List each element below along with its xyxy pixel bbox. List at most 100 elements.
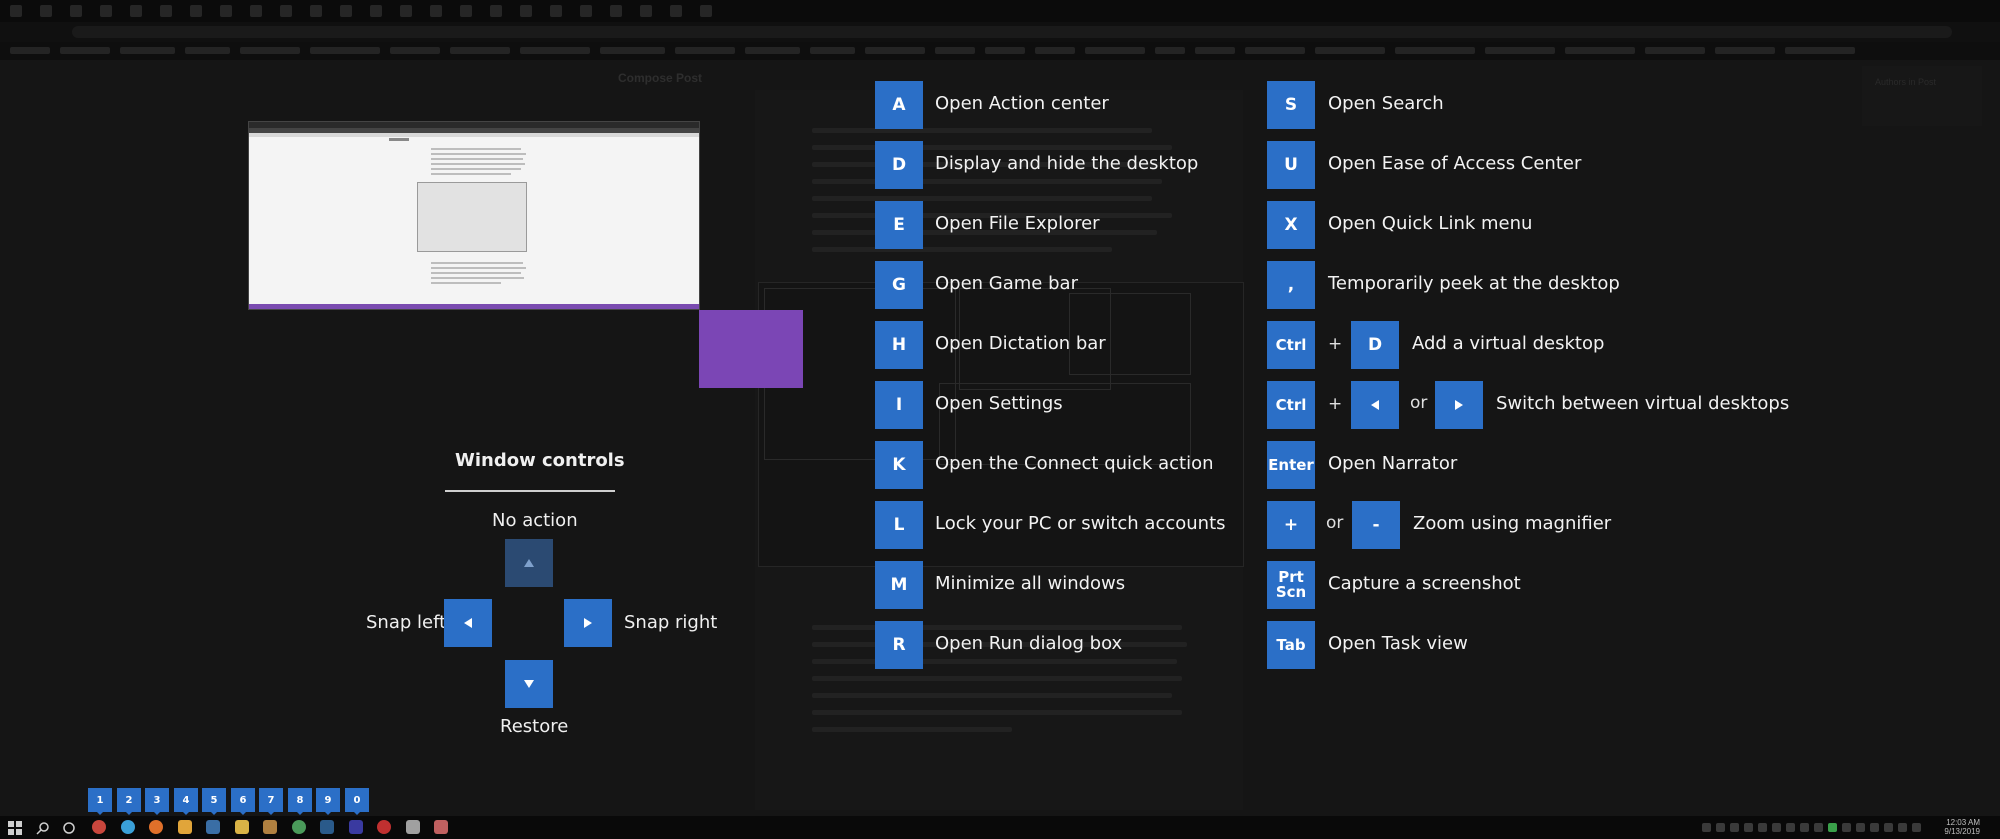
restore-down-key bbox=[505, 660, 553, 708]
wifi-icon[interactable] bbox=[1898, 823, 1907, 832]
bookmark bbox=[1315, 47, 1385, 54]
bookmark bbox=[240, 47, 300, 54]
app-icon[interactable] bbox=[377, 820, 391, 834]
text-line bbox=[812, 128, 1152, 133]
shortcut-key-k: K bbox=[875, 441, 923, 489]
preview-title bbox=[389, 138, 409, 141]
shortcut-desc-action-center: Open Action center bbox=[935, 93, 1109, 114]
bookmark bbox=[675, 47, 735, 54]
tray-icon[interactable] bbox=[1800, 823, 1809, 832]
bookmark bbox=[1485, 47, 1555, 54]
tab-icon bbox=[100, 5, 112, 17]
text-line bbox=[812, 247, 1112, 252]
taskbar-number-key: 3 bbox=[145, 788, 169, 812]
bookmark bbox=[1565, 47, 1635, 54]
key-pointer bbox=[324, 811, 332, 815]
shortcut-desc-ease-of-access: Open Ease of Access Center bbox=[1328, 153, 1582, 174]
tray-icon[interactable] bbox=[1730, 823, 1739, 832]
shortcut-key-minus: - bbox=[1352, 501, 1400, 549]
tab-icon bbox=[190, 5, 202, 17]
bookmarks-bar bbox=[0, 42, 2000, 61]
bookmark bbox=[520, 47, 590, 54]
bookmark bbox=[1645, 47, 1705, 54]
app-icon[interactable] bbox=[406, 820, 420, 834]
chrome-icon[interactable] bbox=[92, 820, 106, 834]
shortcut-desc-screenshot: Capture a screenshot bbox=[1328, 573, 1521, 594]
restore-label: Restore bbox=[500, 716, 569, 737]
tab-icon bbox=[460, 5, 472, 17]
app-icon[interactable] bbox=[349, 820, 363, 834]
shortcut-key-plus: + bbox=[1267, 501, 1315, 549]
tray-icon[interactable] bbox=[1870, 823, 1879, 832]
taskbar: 12:03 AM 9/13/2019 bbox=[0, 816, 2000, 839]
taskbar-number-key: 9 bbox=[316, 788, 340, 812]
or-label: or bbox=[1326, 513, 1344, 533]
text-line bbox=[812, 145, 1172, 150]
tray-icon[interactable] bbox=[1786, 823, 1795, 832]
firefox-icon[interactable] bbox=[149, 820, 163, 834]
tray-icon[interactable] bbox=[1814, 823, 1823, 832]
shortcut-desc-narrator: Open Narrator bbox=[1328, 453, 1458, 474]
shortcut-key-right-arrow bbox=[1435, 381, 1483, 429]
tray-icon[interactable] bbox=[1828, 823, 1837, 832]
text-line bbox=[812, 710, 1182, 715]
preview-embedded-image bbox=[417, 182, 527, 252]
text-line bbox=[812, 727, 1012, 732]
shortcut-key-h: H bbox=[875, 321, 923, 369]
key-pointer bbox=[96, 811, 104, 815]
preview-line bbox=[431, 262, 523, 264]
volume-icon[interactable] bbox=[1912, 823, 1921, 832]
taskbar-number-key: 1 bbox=[88, 788, 112, 812]
search-icon[interactable] bbox=[36, 820, 50, 835]
preview-line bbox=[431, 267, 526, 269]
tray-icon[interactable] bbox=[1702, 823, 1711, 832]
tray-icon[interactable] bbox=[1716, 823, 1725, 832]
app-icon[interactable] bbox=[178, 820, 192, 834]
tab-icon bbox=[130, 5, 142, 17]
bookmark bbox=[865, 47, 925, 54]
cortana-icon[interactable] bbox=[62, 820, 76, 834]
tab-icon bbox=[580, 5, 592, 17]
key-pointer bbox=[125, 811, 133, 815]
tab-icon bbox=[490, 5, 502, 17]
steam-icon[interactable] bbox=[320, 820, 334, 834]
tray-icon[interactable] bbox=[1744, 823, 1753, 832]
shortcut-key-r: R bbox=[875, 621, 923, 669]
authors-in-post-label: Authors in Post bbox=[1875, 77, 1937, 87]
tray-icon[interactable] bbox=[1842, 823, 1851, 832]
tab-icon bbox=[550, 5, 562, 17]
preview-line bbox=[431, 148, 521, 150]
clock-time: 12:03 AM bbox=[1946, 818, 1980, 827]
tab-icon bbox=[70, 5, 82, 17]
plus-label: + bbox=[1328, 334, 1343, 354]
bookmark bbox=[185, 47, 230, 54]
app-icon[interactable] bbox=[292, 820, 306, 834]
active-window-preview bbox=[248, 121, 700, 310]
edge-icon[interactable] bbox=[121, 820, 135, 834]
text-line bbox=[812, 676, 1182, 681]
tray-icon[interactable] bbox=[1856, 823, 1865, 832]
tab-icon bbox=[700, 5, 712, 17]
tray-icon[interactable] bbox=[1772, 823, 1781, 832]
file-explorer-icon[interactable] bbox=[235, 820, 249, 834]
battery-icon[interactable] bbox=[1884, 823, 1893, 832]
preview-taskbar bbox=[249, 304, 699, 309]
taskbar-clock[interactable]: 12:03 AM 9/13/2019 bbox=[1944, 818, 1980, 836]
text-line bbox=[812, 693, 1172, 698]
bookmark bbox=[1245, 47, 1305, 54]
clock-date: 9/13/2019 bbox=[1944, 827, 1980, 836]
app-icon[interactable] bbox=[434, 820, 448, 834]
bookmark bbox=[10, 47, 50, 54]
shortcut-key-l: L bbox=[875, 501, 923, 549]
taskbar-number-key: 5 bbox=[202, 788, 226, 812]
app-icon[interactable] bbox=[263, 820, 277, 834]
windows-start-icon[interactable] bbox=[8, 820, 22, 835]
text-line bbox=[812, 196, 1152, 201]
app-icon[interactable] bbox=[206, 820, 220, 834]
tab-icon bbox=[280, 5, 292, 17]
url-field bbox=[72, 26, 1952, 38]
tray-icon[interactable] bbox=[1758, 823, 1767, 832]
preview-line bbox=[431, 277, 524, 279]
window-controls-divider bbox=[445, 490, 615, 492]
shortcut-desc-run: Open Run dialog box bbox=[935, 633, 1123, 654]
